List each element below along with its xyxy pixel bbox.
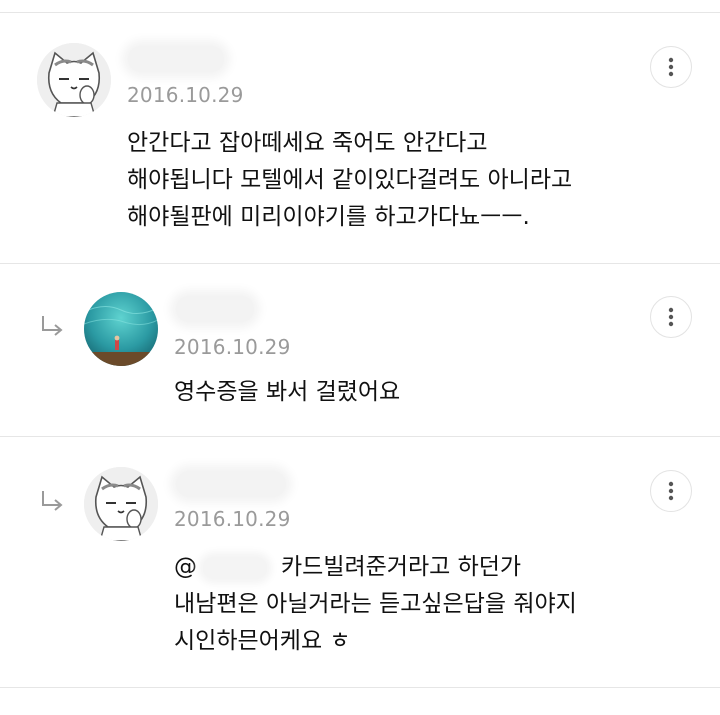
cat-avatar-icon: [37, 43, 111, 117]
reply-arrow-icon: [42, 316, 63, 336]
cat-avatar-icon: [84, 467, 158, 541]
comment-line-text: 카드빌려준거라고 하던가: [281, 554, 522, 580]
mention-redacted: [203, 556, 267, 579]
top-divider: [0, 0, 720, 13]
comment-line: @ 카드빌려준거라고 하던가: [174, 549, 577, 586]
comment-date: 2016.10.29: [174, 335, 291, 359]
comment-text: 영수증을 봐서 걸렸어요: [174, 374, 400, 411]
more-vertical-icon: [668, 481, 674, 501]
more-vertical-icon: [668, 307, 674, 327]
comment-line: 영수증을 봐서 걸렸어요: [174, 379, 401, 405]
reply-arrow-icon: [42, 491, 63, 511]
comment-line: 안간다고 잡아떼세요 죽어도 안간다고: [127, 130, 488, 156]
comment-text: @ 카드빌려준거라고 하던가 내남편은 아닐거라는 듣고싶은답을 줘야지 시인하믄…: [174, 549, 577, 660]
comment-text: 안간다고 잡아떼세요 죽어도 안간다고 해야됩니다 모텔에서 같이있다걸려도 아…: [127, 125, 572, 236]
comment-date: 2016.10.29: [127, 83, 244, 107]
more-options-button[interactable]: [650, 46, 692, 88]
more-vertical-icon: [668, 57, 674, 77]
reply-item: 2016.10.29 @ 카드빌려준거라고 하던가 내남편은 아닐거라는 듣고싶은…: [0, 437, 720, 688]
avatar[interactable]: [84, 467, 158, 541]
username-redacted: [176, 296, 254, 322]
reply-item: 2016.10.29 영수증을 봐서 걸렸어요: [0, 264, 720, 437]
avatar[interactable]: [84, 292, 158, 366]
more-options-button[interactable]: [650, 470, 692, 512]
comment-line: 시인하믄어케요 ㅎ: [174, 628, 351, 654]
comment-line: 해야될판에 미리이야기를 하고가다뇨ㅡㅡ.: [127, 204, 530, 230]
comment-date: 2016.10.29: [174, 507, 291, 531]
more-options-button[interactable]: [650, 296, 692, 338]
username-redacted: [128, 46, 224, 72]
comment-line: 내남편은 아닐거라는 듣고싶은답을 줘야지: [174, 591, 577, 617]
underwater-avatar-icon: [84, 292, 158, 366]
comment-line: 해야됩니다 모텔에서 같이있다걸려도 아니라고: [127, 167, 573, 193]
avatar[interactable]: [37, 43, 111, 117]
comment-item: 2016.10.29 안간다고 잡아떼세요 죽어도 안간다고 해야됩니다 모텔에…: [0, 13, 720, 264]
mention-at[interactable]: @: [174, 554, 197, 580]
username-redacted: [176, 471, 286, 497]
